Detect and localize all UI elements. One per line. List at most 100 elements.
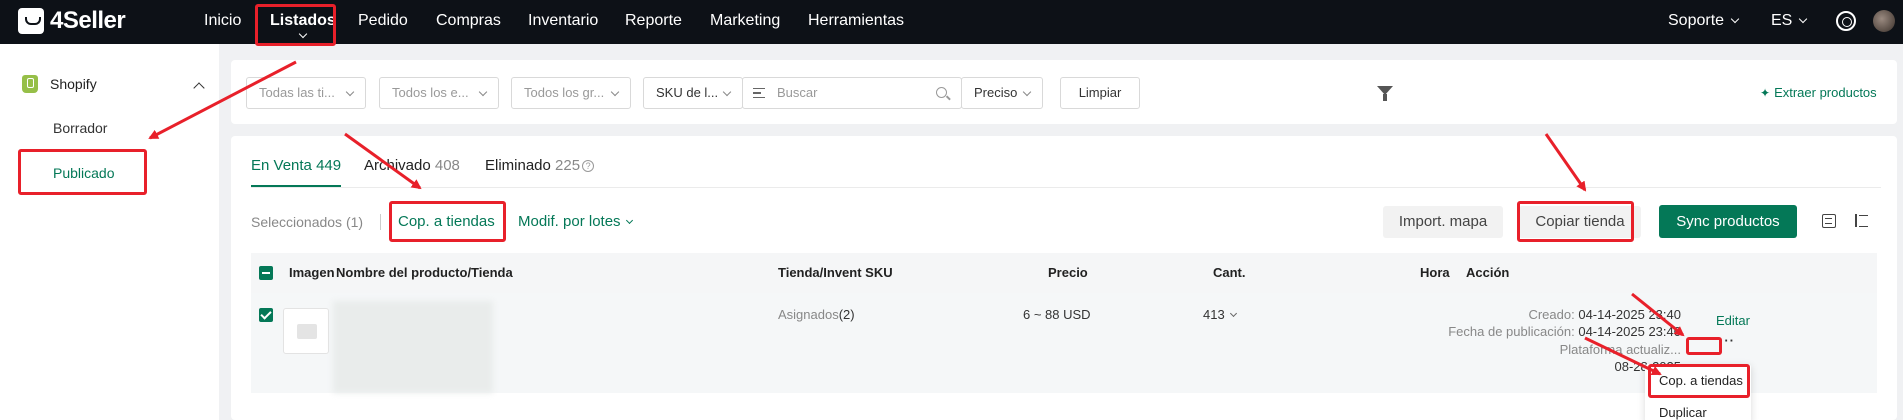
platform-label: Plataforma actualiz... bbox=[1559, 342, 1681, 357]
price-select-value: Preciso bbox=[974, 85, 1018, 100]
group-select-value: Todos los gr... bbox=[524, 85, 605, 100]
col-action: Acción bbox=[1466, 265, 1510, 280]
chevron-down-icon bbox=[610, 87, 620, 97]
published-time: Fecha de publicación: 04-14-2025 23:40 bbox=[1448, 324, 1681, 339]
sidebar-item-borrador[interactable]: Borrador bbox=[53, 120, 107, 136]
search-icon[interactable] bbox=[936, 87, 947, 98]
columns-settings-icon[interactable] bbox=[1822, 214, 1836, 228]
chevron-down-icon bbox=[722, 87, 732, 97]
search-mode-icon bbox=[753, 88, 765, 98]
toolbar-divider bbox=[380, 214, 381, 230]
nav-reporte[interactable]: Reporte bbox=[625, 0, 682, 44]
published-label: Fecha de publicación: bbox=[1448, 324, 1575, 339]
search-placeholder: Buscar bbox=[777, 85, 818, 100]
extract-products-link[interactable]: ✦ Extraer productos bbox=[1760, 85, 1877, 100]
table-row: Asignados(2) 6 ~ 88 USD 413 Creado: 04-1… bbox=[251, 293, 1877, 393]
col-image: Imagen bbox=[289, 265, 335, 280]
col-time: Hora bbox=[1420, 265, 1450, 280]
nav-pedido[interactable]: Pedido bbox=[358, 0, 408, 44]
chevron-down-icon bbox=[1229, 309, 1237, 318]
created-label: Creado: bbox=[1528, 307, 1575, 322]
filter-icon[interactable] bbox=[1377, 86, 1393, 101]
assigned-label: Asignados bbox=[778, 307, 839, 322]
redacted-product-name bbox=[333, 301, 493, 393]
sku-type-value: SKU de l... bbox=[656, 85, 719, 100]
tab-divider bbox=[251, 187, 1881, 188]
assigned-stores[interactable]: Asignados(2) bbox=[778, 307, 855, 322]
selected-count: Seleccionados (1) bbox=[251, 214, 364, 230]
chevron-up-icon[interactable] bbox=[193, 82, 205, 94]
avatar[interactable] bbox=[1873, 10, 1895, 32]
sidebar-platform[interactable]: Shopify bbox=[50, 76, 97, 92]
edit-link[interactable]: Editar bbox=[1716, 313, 1750, 328]
quantity[interactable]: 413 bbox=[1203, 307, 1237, 322]
filter-bar: Todas las ti... Todos los e... Todos los… bbox=[231, 60, 1897, 124]
price-select[interactable]: Preciso bbox=[961, 77, 1043, 109]
chevron-down-icon bbox=[478, 87, 488, 97]
clear-button[interactable]: Limpiar bbox=[1060, 77, 1140, 109]
store-select-value: Todas las ti... bbox=[259, 85, 335, 100]
tab-label: En Venta bbox=[251, 157, 312, 174]
chevron-down-icon bbox=[345, 87, 355, 97]
settings-icon[interactable] bbox=[1836, 11, 1856, 31]
col-qty: Cant. bbox=[1213, 265, 1246, 280]
help-icon[interactable]: ? bbox=[582, 160, 595, 172]
group-select[interactable]: Todos los gr... bbox=[511, 77, 631, 109]
annotation-box-publicado bbox=[18, 149, 147, 195]
support-menu[interactable]: Soporte bbox=[1668, 0, 1740, 44]
chevron-down-icon bbox=[1799, 14, 1808, 24]
nav-inventario[interactable]: Inventario bbox=[528, 0, 598, 44]
tab-en-venta[interactable]: En Venta 449 bbox=[251, 157, 341, 174]
tab-label: Eliminado bbox=[485, 157, 551, 174]
language-label: ES bbox=[1771, 12, 1793, 29]
product-image bbox=[283, 308, 329, 354]
sidebar: Shopify Borrador Publicado bbox=[0, 44, 219, 420]
select-all-checkbox[interactable] bbox=[259, 266, 273, 280]
col-product-name: Nombre del producto/Tienda bbox=[336, 265, 513, 280]
nav-inicio[interactable]: Inicio bbox=[204, 0, 241, 44]
active-tab-indicator bbox=[251, 185, 341, 187]
quantity-value: 413 bbox=[1203, 307, 1225, 322]
col-store-sku: Tienda/Invent SKU bbox=[778, 265, 893, 280]
published-value: 04-14-2025 23:40 bbox=[1578, 324, 1681, 339]
language-menu[interactable]: ES bbox=[1771, 0, 1808, 44]
menu-item-duplicate[interactable]: Duplicar bbox=[1659, 405, 1707, 420]
price-range: 6 ~ 88 USD bbox=[1023, 307, 1091, 322]
import-map-button[interactable]: Import. mapa bbox=[1383, 206, 1503, 238]
nav-compras[interactable]: Compras bbox=[436, 0, 501, 44]
table-header: Imagen Nombre del producto/Tienda Tienda… bbox=[251, 253, 1877, 293]
tab-count: 225 bbox=[555, 157, 581, 174]
tab-archivado[interactable]: Archivado 408 bbox=[364, 157, 460, 174]
search-input[interactable]: Buscar bbox=[742, 77, 962, 109]
annotation-box-menu-copy bbox=[1648, 364, 1750, 398]
created-time: Creado: 04-14-2025 23:40 bbox=[1528, 307, 1681, 322]
platform-updated-time: Plataforma actualiz... bbox=[1560, 342, 1681, 357]
chevron-down-icon bbox=[1730, 14, 1740, 24]
annotation-box-more bbox=[1686, 337, 1722, 355]
assigned-count: (2) bbox=[838, 307, 855, 322]
chevron-down-icon bbox=[1022, 87, 1032, 97]
store-select[interactable]: Todas las ti... bbox=[246, 77, 366, 109]
nav-marketing[interactable]: Marketing bbox=[710, 0, 780, 44]
chevron-down-icon bbox=[625, 216, 633, 225]
tab-eliminado[interactable]: Eliminado 225? bbox=[485, 157, 595, 174]
sort-list-icon[interactable] bbox=[1854, 214, 1868, 228]
bulk-edit-button[interactable]: Modif. por lotes bbox=[518, 213, 633, 230]
annotation-box-copy-to-stores bbox=[389, 201, 506, 242]
created-value: 04-14-2025 23:40 bbox=[1578, 307, 1681, 322]
status-select-value: Todos los e... bbox=[392, 85, 469, 100]
annotation-box-copy-store bbox=[1517, 201, 1634, 242]
tab-count: 408 bbox=[434, 157, 460, 174]
annotation-box-listados bbox=[255, 4, 336, 46]
tab-count: 449 bbox=[316, 157, 342, 174]
col-price: Precio bbox=[1048, 265, 1088, 280]
support-label: Soporte bbox=[1668, 12, 1725, 29]
sku-type-select[interactable]: SKU de l... bbox=[643, 77, 743, 109]
sync-products-button[interactable]: Sync productos bbox=[1659, 205, 1797, 238]
brand-logo[interactable]: 4Seller bbox=[18, 7, 126, 35]
row-checkbox[interactable] bbox=[259, 308, 273, 322]
status-select[interactable]: Todos los e... bbox=[379, 77, 499, 109]
nav-herramientas[interactable]: Herramientas bbox=[808, 0, 904, 44]
sparkle-icon: ✦ bbox=[1760, 86, 1771, 100]
brand-name: 4Seller bbox=[50, 7, 126, 34]
